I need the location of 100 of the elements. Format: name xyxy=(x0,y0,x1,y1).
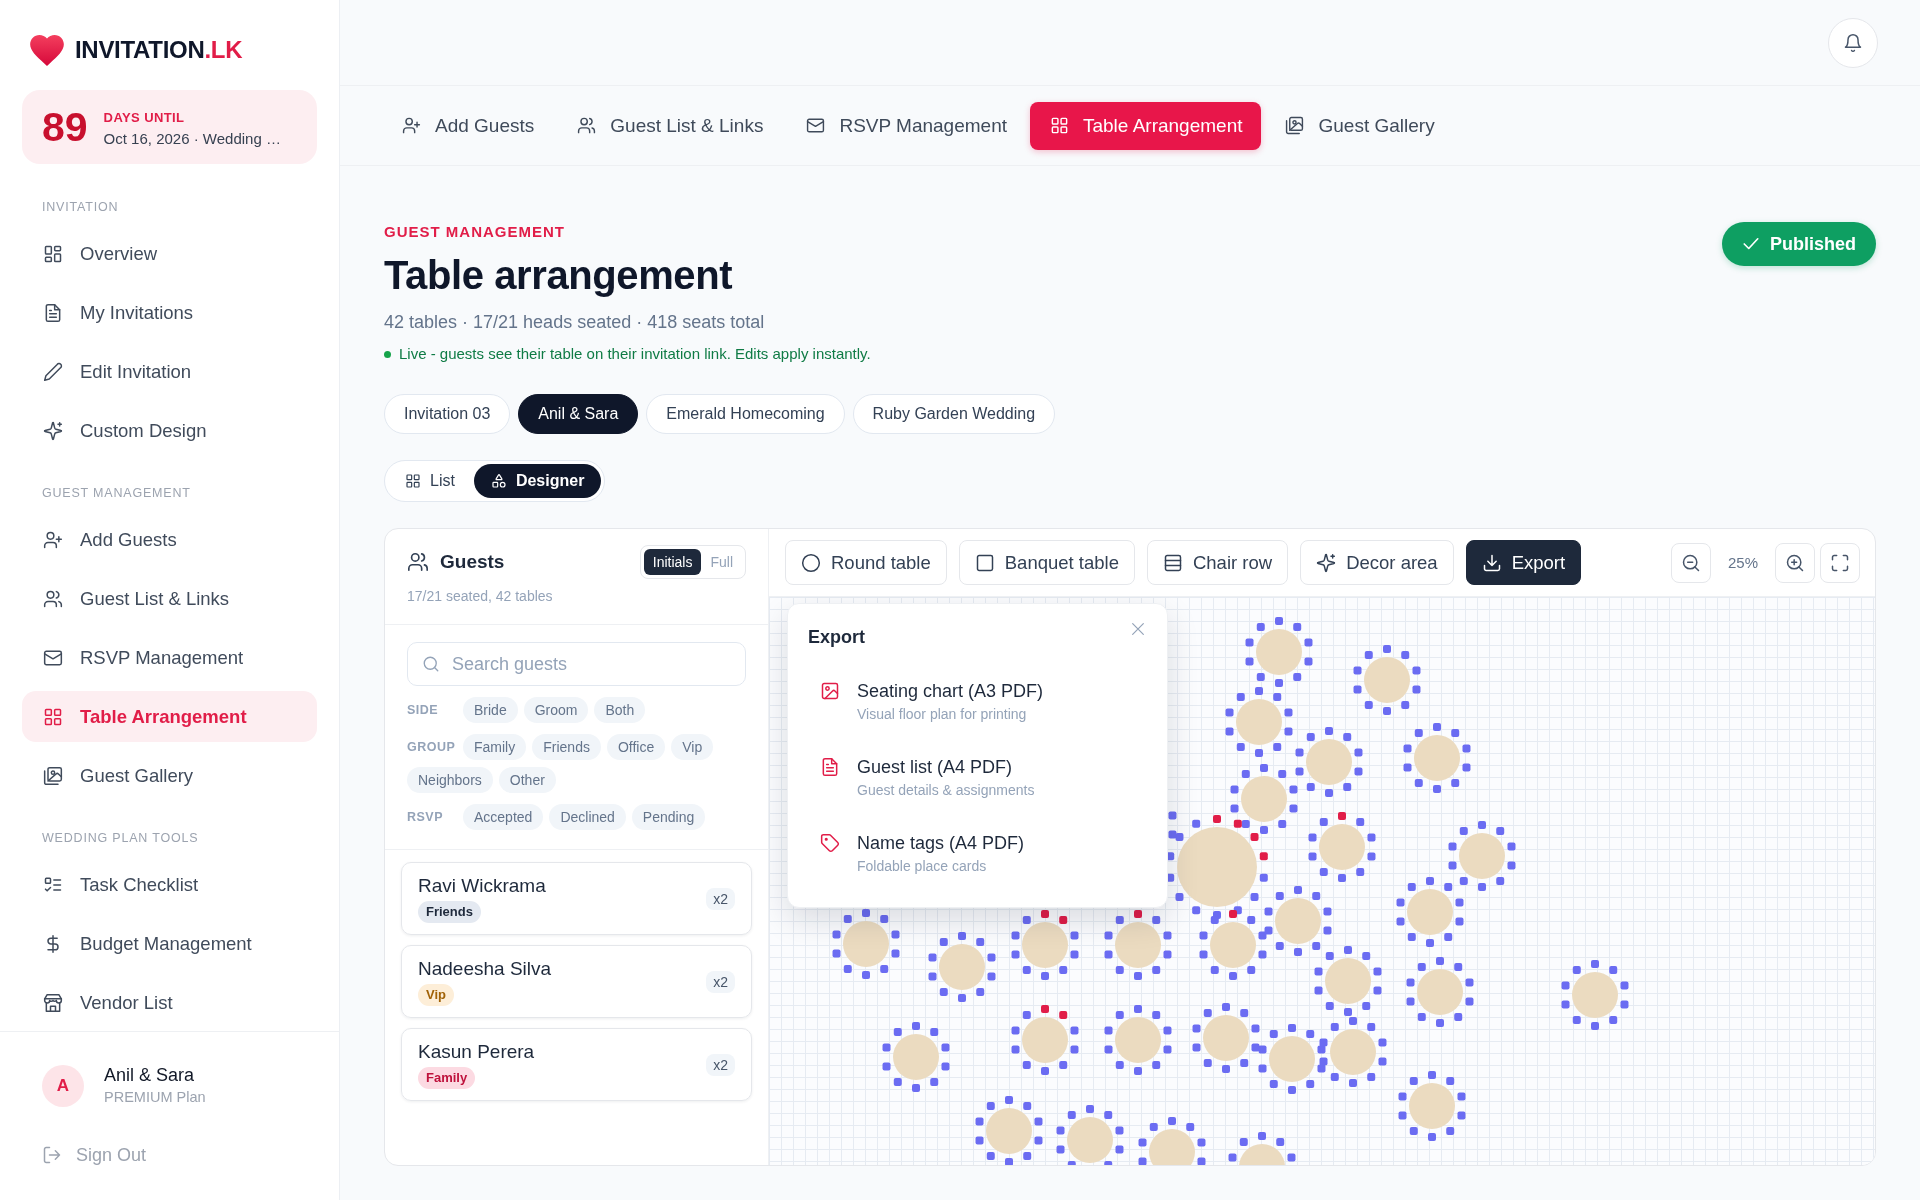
document-icon xyxy=(43,302,63,323)
gallery-icon xyxy=(43,765,63,786)
guest-card[interactable]: Nadeesha Silva Vip x2 xyxy=(401,945,752,1018)
user-avatar: A xyxy=(42,1064,84,1107)
guest-name: Kasun Perera xyxy=(418,1040,535,1063)
name-mode-option[interactable]: Initials xyxy=(643,549,702,575)
countdown-detail: Oct 16, 2026 · Wedding … xyxy=(103,129,281,147)
sidebar-item[interactable]: Overview xyxy=(22,228,317,279)
nav-tab[interactable]: Table Arrangement xyxy=(1030,101,1262,150)
document-icon xyxy=(820,757,840,777)
filter-chip[interactable]: Family xyxy=(463,734,527,760)
sidebar-item[interactable]: Task Checklist xyxy=(22,859,317,910)
guest-count: x2 xyxy=(706,887,735,910)
zoom-level: 25% xyxy=(1727,554,1758,571)
user-plus-icon xyxy=(43,529,63,550)
store-icon xyxy=(43,992,63,1013)
nav-tab[interactable]: RSVP Management xyxy=(786,101,1026,150)
dashboard-icon xyxy=(43,243,63,264)
invitation-chip[interactable]: Anil & Sara xyxy=(518,394,639,434)
zoom-in-button[interactable] xyxy=(1775,542,1815,583)
section-heading: GUEST MANAGEMENT xyxy=(42,486,191,500)
guest-count: x2 xyxy=(706,1053,735,1076)
close-icon xyxy=(1130,621,1146,637)
group-tag: Friends xyxy=(418,901,481,923)
tool-button[interactable]: Banquet table xyxy=(958,540,1135,585)
brand-logo-text: INVITATION.LK xyxy=(75,36,243,64)
heart-icon xyxy=(30,34,64,66)
filter-chip[interactable]: Declined xyxy=(549,804,626,830)
circle-icon xyxy=(801,552,821,573)
sparkle-icon xyxy=(1316,552,1337,573)
fullscreen-button[interactable] xyxy=(1820,542,1860,583)
sidebar-item[interactable]: RSVP Management xyxy=(22,632,317,683)
countdown-label: DAYS UNTIL xyxy=(103,109,185,125)
sidebar-item[interactable]: My Invitations xyxy=(22,287,317,338)
download-icon xyxy=(1481,552,1502,573)
export-option[interactable]: Guest list (A4 PDF) Guest details & assignments xyxy=(808,746,1147,809)
users-icon xyxy=(577,116,597,135)
filter-chip[interactable]: Accepted xyxy=(463,804,544,830)
tag-icon xyxy=(820,833,840,853)
filter-label: RSVP xyxy=(407,810,444,824)
filter-chip[interactable]: Bride xyxy=(463,697,518,723)
invitation-chip[interactable]: Invitation 03 xyxy=(384,394,511,434)
zoom-out-button[interactable] xyxy=(1670,542,1711,583)
group-tag: Family xyxy=(418,1067,476,1089)
sidebar-item[interactable]: Guest List & Links xyxy=(22,573,317,624)
pencil-icon xyxy=(43,361,63,382)
sidebar-item[interactable]: Guest Gallery xyxy=(22,750,317,801)
filter-chip[interactable]: Friends xyxy=(532,734,601,760)
filter-label: SIDE xyxy=(407,703,439,717)
filter-chip[interactable]: Office xyxy=(606,734,666,760)
search-icon xyxy=(422,655,440,673)
tool-button[interactable]: Decor area xyxy=(1300,540,1454,585)
section-heading: WEDDING PLAN TOOLS xyxy=(42,831,199,845)
users-icon xyxy=(407,551,429,573)
export-option[interactable]: Seating chart (A3 PDF) Visual floor plan for printing xyxy=(808,670,1147,733)
sidebar-item[interactable]: Table Arrangement xyxy=(22,691,317,742)
shapes-icon xyxy=(490,473,507,489)
filter-chip[interactable]: Vip xyxy=(671,734,714,760)
guest-summary: 17/21 seated, 42 tables xyxy=(407,588,553,604)
envelope-icon xyxy=(806,116,826,135)
filter-chip[interactable]: Both xyxy=(594,697,646,723)
gallery-icon xyxy=(1285,116,1305,135)
search-field[interactable]: Search guests xyxy=(407,642,746,686)
grid-icon xyxy=(43,706,63,727)
filter-chip[interactable]: Pending xyxy=(631,804,706,830)
live-note: Live - guests see their table on their invitation link. Edits apply instantly. xyxy=(399,344,871,364)
zoom-out-icon xyxy=(1680,552,1701,573)
section-heading: INVITATION xyxy=(42,200,119,214)
filter-chip[interactable]: Neighbors xyxy=(407,767,493,793)
sidebar-item[interactable]: Add Guests xyxy=(22,514,317,565)
view-tab[interactable]: Designer xyxy=(473,464,602,498)
countdown-days: 89 xyxy=(42,106,88,148)
square-icon xyxy=(974,552,995,573)
notification-button[interactable] xyxy=(1828,17,1878,68)
view-tab[interactable]: List xyxy=(388,464,472,498)
nav-tab[interactable]: Guest Gallery xyxy=(1265,101,1454,150)
guest-card[interactable]: Kasun Perera Family x2 xyxy=(401,1028,752,1101)
users-icon xyxy=(43,588,63,609)
invitation-chip[interactable]: Ruby Garden Wedding xyxy=(852,394,1056,434)
export-option[interactable]: Name tags (A4 PDF) Foldable place cards xyxy=(808,822,1147,885)
page-title: Table arrangement xyxy=(384,253,733,297)
tool-button[interactable]: Round table xyxy=(785,540,947,585)
nav-tab[interactable]: Guest List & Links xyxy=(557,101,783,150)
sidebar-item[interactable]: Vendor List xyxy=(22,977,317,1028)
filter-chip[interactable]: Groom xyxy=(523,697,589,723)
export-button[interactable]: Export xyxy=(1465,540,1582,585)
guest-card[interactable]: Ravi Wickrama Friends x2 xyxy=(401,862,752,935)
page-eyebrow: GUEST MANAGEMENT xyxy=(384,223,565,240)
nav-tab[interactable]: Add Guests xyxy=(382,101,554,150)
grid-icon xyxy=(1050,116,1069,135)
tool-button[interactable]: Chair row xyxy=(1146,540,1289,585)
sidebar-item[interactable]: Edit Invitation xyxy=(22,346,317,397)
invitation-chip[interactable]: Emerald Homecoming xyxy=(646,394,845,434)
grid-icon xyxy=(405,473,421,489)
sidebar-item[interactable]: Budget Management xyxy=(22,918,317,969)
sidebar-item[interactable]: Custom Design xyxy=(22,405,317,456)
filter-chip[interactable]: Other xyxy=(498,767,556,793)
group-tag: Vip xyxy=(418,984,454,1006)
live-dot-icon xyxy=(384,350,391,358)
guest-name: Nadeesha Silva xyxy=(418,957,552,980)
